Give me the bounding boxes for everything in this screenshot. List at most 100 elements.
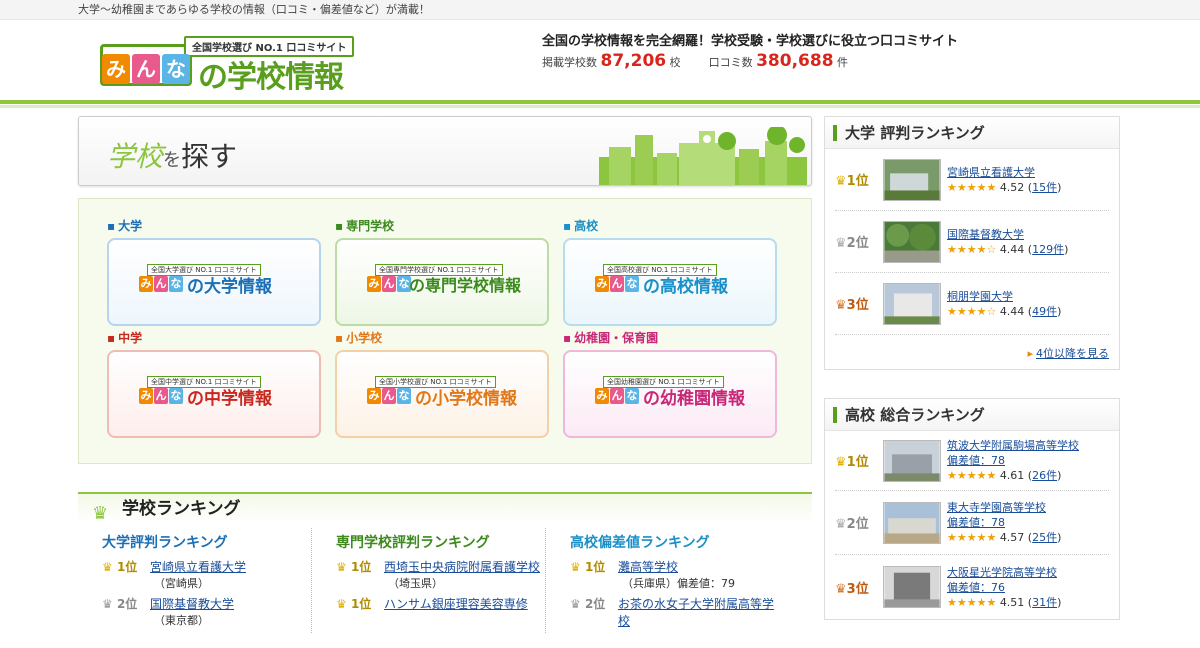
school-photo-icon[interactable] [883, 158, 941, 201]
school-link[interactable]: ハンサム銀座理容美容専修 [384, 597, 528, 611]
ranking-col-title[interactable]: 大学評判ランキング [102, 532, 311, 552]
reviews-count: 380,688 [756, 51, 834, 71]
category-logo-boxes: みんな [139, 276, 183, 292]
school-link[interactable]: 桐朋学園大学 [947, 290, 1013, 303]
school-link[interactable]: 大阪星光学院高等学校 [947, 566, 1057, 579]
category-card[interactable]: 全国高校選び NO.1 口コミサイト みんな の高校情報 [563, 238, 777, 326]
category-label: 大学 [107, 217, 321, 234]
school-pref: （東京都） [154, 614, 209, 627]
hensachi-value[interactable]: 偏差値：78 [947, 516, 1005, 529]
school-ranking: ♛ 学校ランキング 大学評判ランキング ♛ 1位 宮崎県立看護大学 （宮崎県） ♛… [78, 492, 812, 633]
school-link[interactable]: お茶の水女子大学附属高等学校 [618, 597, 774, 628]
rating-stars: ★★★★★ [947, 531, 997, 544]
school-link[interactable]: 西埼玉中央病院附属看護学校 [384, 560, 540, 574]
logo-text: の学校情報 [198, 60, 344, 95]
category-vocational[interactable]: 専門学校 全国専門学校選び NO.1 口コミサイト みんな の専門学校情報 [335, 217, 549, 326]
ranking-col-vocational: 専門学校評判ランキング ♛ 1位 西埼玉中央病院附属看護学校 （埼玉県） ♛ 1位… [312, 528, 546, 633]
list-item: ♛ 2位 国際基督教大学 （東京都） [102, 595, 311, 628]
city-illustration-icon [599, 127, 807, 185]
rank-badge: ♛ 1位 [102, 560, 138, 574]
crown-icon: ♛ [835, 581, 847, 597]
category-logo-boxes: みんな [595, 388, 639, 404]
category-label: 小学校 [335, 329, 549, 346]
hensachi-value[interactable]: 偏差値：78 [947, 454, 1005, 467]
header-info: 全国の学校情報を完全網羅！学校受験・学校選びに役立つ口コミサイト 掲載学校数 8… [542, 30, 958, 71]
logo-char-na: な [162, 54, 190, 84]
top-banner: 大学～幼稚園まであらゆる学校の情報（口コミ・偏差値など）が満載！ [0, 0, 1200, 20]
category-card[interactable]: 全国小学校選び NO.1 口コミサイト みんな の小学校情報 [335, 350, 549, 438]
rating-stars: ★★★★☆ [947, 242, 997, 256]
review-count-link[interactable]: 25件 [1032, 531, 1057, 544]
school-link[interactable]: 宮崎県立看護大学 [947, 166, 1035, 179]
category-card[interactable]: 全国大学選び NO.1 口コミサイト みんな の大学情報 [107, 238, 321, 326]
rating-score: 4.44 [999, 304, 1025, 318]
crown-icon: ♛ [835, 517, 847, 532]
school-link[interactable]: 筑波大学附属駒場高等学校 [947, 439, 1079, 452]
category-kindergarten[interactable]: 幼稚園・保育園 全国幼稚園選び NO.1 口コミサイト みんな の幼稚園情報 [563, 329, 777, 438]
ranking-header: ♛ 学校ランキング [78, 492, 812, 524]
school-link[interactable]: 国際基督教大学 [947, 228, 1024, 241]
logo-boxes: み ん な [102, 54, 190, 84]
category-name: の小学校情報 [415, 389, 517, 409]
school-link[interactable]: 東大寺学園高等学校 [947, 501, 1046, 514]
crown-icon: ♛ [336, 597, 347, 611]
category-name: の専門学校情報 [409, 276, 522, 295]
category-elementary[interactable]: 小学校 全国小学校選び NO.1 口コミサイト みんな の小学校情報 [335, 329, 549, 438]
school-photo-icon[interactable] [883, 501, 941, 544]
header-headline: 全国の学校情報を完全網羅！学校受験・学校選びに役立つ口コミサイト [542, 34, 959, 49]
rating-score: 4.61 [999, 469, 1025, 482]
review-count-link[interactable]: 31件 [1032, 596, 1057, 609]
site-logo[interactable]: 全国学校選び NO.1 口コミサイト み ん な の学校情報 [100, 34, 355, 95]
category-juniorhigh[interactable]: 中学 全国中学選び NO.1 口コミサイト みんな の中学情報 [107, 329, 321, 438]
review-count-link[interactable]: 26件 [1032, 469, 1057, 482]
rank-badge: ♛2位 [835, 236, 869, 251]
review-count-link[interactable]: 49件 [1032, 305, 1057, 318]
category-university[interactable]: 大学 全国大学選び NO.1 口コミサイト みんな の大学情報 [107, 217, 321, 326]
univ-ranking-title: 大学 評判ランキング [825, 117, 1119, 149]
school-photo-icon[interactable] [883, 566, 941, 608]
site-header: 全国学校選び NO.1 口コミサイト み ん な の学校情報 全国の学校情報を完… [0, 20, 1200, 108]
rank-badge: ♛ 2位 [570, 597, 606, 611]
school-link[interactable]: 宮崎県立看護大学 [150, 560, 246, 574]
crown-icon: ♛ [102, 560, 113, 574]
category-logo-boxes: みんな [367, 276, 411, 292]
category-card[interactable]: 全国幼稚園選び NO.1 口コミサイト みんな の幼稚園情報 [563, 350, 777, 438]
review-count-link[interactable]: 15件 [1032, 181, 1057, 194]
hensachi-value[interactable]: 偏差値：76 [947, 581, 1005, 594]
search-title-b: 探す [181, 140, 238, 173]
list-item: ♛ 1位 ハンサム銀座理容美容専修 [336, 595, 545, 612]
rating-stars: ★★★★★ [947, 595, 997, 609]
crown-icon: ♛ [102, 597, 113, 611]
more-link-container: 4位以降を見る [825, 335, 1119, 369]
category-label: 高校 [563, 217, 777, 234]
crown-icon: ♛ [570, 560, 581, 574]
crown-icon: ♛ [336, 560, 347, 574]
category-card[interactable]: 全国中学選び NO.1 口コミサイト みんな の中学情報 [107, 350, 321, 438]
sidebar-rank-item: ♛1位 筑波大学附属駒場高等学校 偏差値：78 ★★★★★ 4.61 (26件) [835, 431, 1109, 491]
category-name: の中学情報 [187, 389, 272, 409]
school-photo-icon[interactable] [883, 220, 941, 263]
school-photo-icon[interactable] [883, 282, 941, 325]
category-highschool[interactable]: 高校 全国高校選び NO.1 口コミサイト みんな の高校情報 [563, 217, 777, 326]
school-photo-icon[interactable] [883, 439, 941, 482]
rank-badge: ♛ 1位 [336, 560, 372, 574]
review-count-link[interactable]: 129件 [1032, 243, 1064, 256]
ranking-col-title[interactable]: 専門学校評判ランキング [336, 532, 545, 552]
ranking-title: 学校ランキング [122, 499, 241, 519]
crown-icon: ♛ [835, 455, 847, 470]
crown-icon: ♛ [835, 298, 847, 313]
school-link[interactable]: 灘高等学校 [618, 560, 678, 574]
sidebar: 大学 評判ランキング ♛1位 宮崎県立看護大学 ★★★★★ 4.52 (15件) … [824, 116, 1120, 648]
school-link[interactable]: 国際基督教大学 [150, 597, 234, 611]
school-pref: （宮崎県） [154, 577, 209, 590]
category-name: の幼稚園情報 [643, 389, 745, 409]
ranking-col-title[interactable]: 高校偏差値ランキング [570, 532, 780, 552]
rating-stars: ★★★★★ [947, 180, 997, 194]
rank-badge: ♛ 1位 [570, 560, 606, 574]
category-card[interactable]: 全国専門学校選び NO.1 口コミサイト みんな の専門学校情報 [335, 238, 549, 326]
more-rankings-link[interactable]: 4位以降を見る [1036, 347, 1109, 360]
rank-badge: ♛3位 [835, 581, 869, 597]
category-logo-boxes: みんな [595, 276, 639, 292]
list-item: ♛ 1位 西埼玉中央病院附属看護学校 （埼玉県） [336, 558, 545, 591]
school-pref: （兵庫県）偏差値：79 [622, 577, 735, 590]
